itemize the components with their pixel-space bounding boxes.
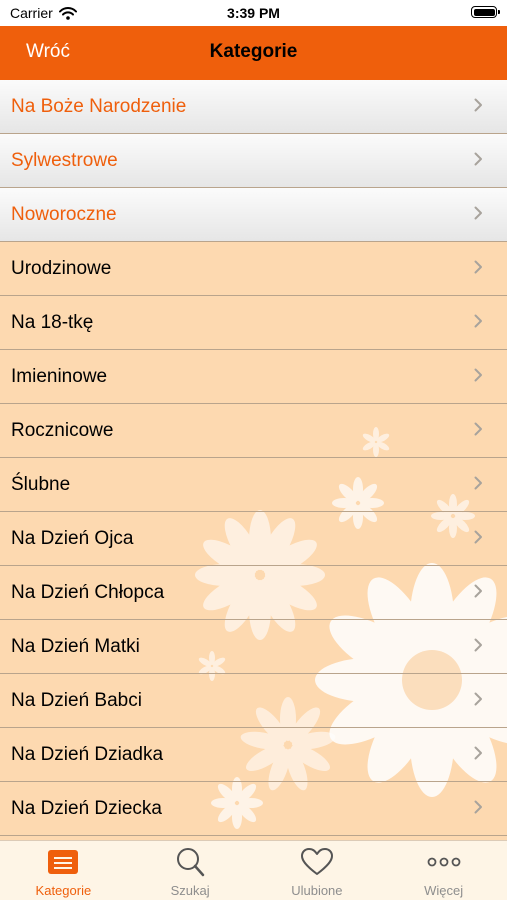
category-row[interactable]: Na Dzień Chłopca [0, 566, 507, 620]
category-label: Noworoczne [11, 203, 117, 225]
battery-icon [471, 6, 500, 18]
categories-icon [48, 850, 79, 874]
category-row[interactable]: Na Dzień Dziadka [0, 728, 507, 782]
category-row[interactable]: Urodzinowe [0, 242, 507, 296]
category-label: Na Dzień Babci [11, 689, 142, 711]
chevron-right-icon [474, 530, 482, 544]
chevron-right-icon [474, 422, 482, 436]
category-label: Sylwestrowe [11, 149, 118, 171]
chevron-right-icon [474, 314, 482, 328]
status-time: 3:39 PM [227, 5, 280, 21]
more-icon [427, 857, 461, 867]
tab-bar: Kategorie Szukaj Ulubione Więcej [0, 840, 507, 900]
category-row[interactable]: Na Dzień Ojca [0, 512, 507, 566]
tab-szukaj[interactable]: Szukaj [127, 841, 254, 900]
chevron-right-icon [474, 368, 482, 382]
chevron-right-icon [474, 206, 482, 220]
chevron-right-icon [474, 476, 482, 490]
category-label: Imieninowe [11, 365, 108, 387]
chevron-right-icon [474, 260, 482, 274]
featured-category-row[interactable]: Noworoczne [0, 188, 507, 242]
status-bar: Carrier 3:39 PM [0, 0, 507, 26]
featured-category-row[interactable]: Sylwestrowe [0, 134, 507, 188]
tab-label: Szukaj [170, 883, 210, 898]
tab-kategorie[interactable]: Kategorie [0, 841, 127, 900]
category-label: Na Dzień Matki [11, 635, 140, 657]
category-label: Ślubne [11, 473, 71, 495]
tab-label: Kategorie [35, 883, 92, 898]
category-row[interactable]: Na Dzień Matki [0, 620, 507, 674]
category-label: Na Dzień Chłopca [11, 581, 165, 603]
category-label: Na Dzień Ojca [11, 527, 134, 549]
category-row[interactable]: Na Dzień Babci [0, 674, 507, 728]
category-list[interactable]: Na Boże Narodzenie Sylwestrowe Noworoczne U… [0, 80, 507, 840]
category-row[interactable]: Imieninowe [0, 350, 507, 404]
featured-category-row[interactable]: Na Boże Narodzenie [0, 80, 507, 134]
category-label: Na 18-tkę [11, 311, 94, 333]
category-row[interactable]: Na Dzień Dziecka [0, 782, 507, 836]
tab-label: Ulubione [291, 883, 343, 898]
tab-wiecej[interactable]: Więcej [380, 841, 507, 900]
chevron-right-icon [474, 692, 482, 706]
search-icon [177, 848, 205, 877]
chevron-right-icon [474, 584, 482, 598]
heart-icon [300, 848, 333, 875]
page-title: Kategorie [209, 41, 298, 62]
category-row[interactable]: Rocznicowe [0, 404, 507, 458]
category-label: Na Dzień Dziadka [11, 743, 164, 765]
category-label: Na Boże Narodzenie [11, 95, 187, 117]
chevron-right-icon [474, 638, 482, 652]
tab-ulubione[interactable]: Ulubione [254, 841, 381, 900]
category-label: Urodzinowe [11, 257, 112, 279]
chevron-right-icon [474, 152, 482, 166]
navigation-bar: Wróć Kategorie [0, 26, 507, 80]
chevron-right-icon [474, 800, 482, 814]
category-label: Rocznicowe [11, 419, 114, 441]
category-label: Na Dzień Dziecka [11, 797, 162, 819]
tab-label: Więcej [424, 883, 464, 898]
chevron-right-icon [474, 98, 482, 112]
category-row[interactable]: Ślubne [0, 458, 507, 512]
category-row[interactable]: Na 18-tkę [0, 296, 507, 350]
chevron-right-icon [474, 746, 482, 760]
